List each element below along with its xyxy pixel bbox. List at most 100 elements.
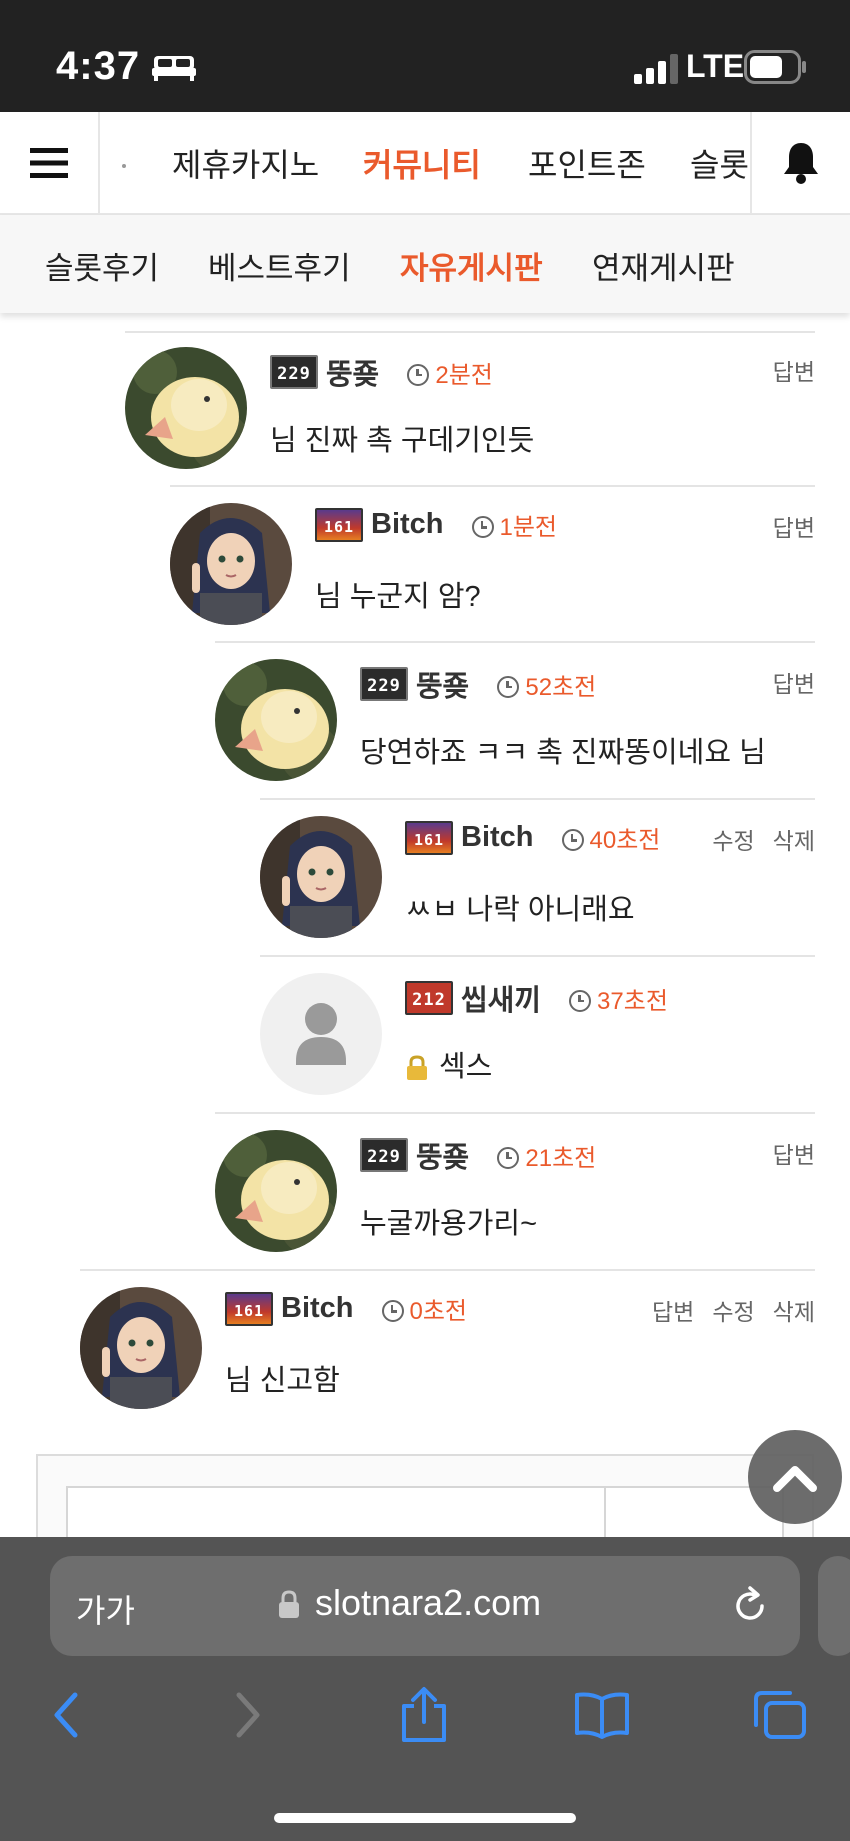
sub-nav: 슬롯후기 베스트후기 자유게시판 연재게시판 [0,215,850,313]
tab-slot[interactable]: 슬롯 [690,140,749,186]
subtab-free-board[interactable]: 자유게시판 [400,243,543,288]
level-badge: 229 [270,355,318,389]
edit-button[interactable]: 수정 [712,1299,754,1325]
address-bar[interactable]: 가가 slotnara2.com [50,1556,800,1656]
comment-author[interactable]: Bitch [281,1292,354,1325]
tab-point-zone[interactable]: 포인트존 [528,140,646,186]
scroll-top-button[interactable] [748,1430,842,1524]
bookmarks-button[interactable] [572,1685,632,1745]
comment-text: ㅆㅂ 나락 아니래요 [405,894,635,926]
clock-icon [471,516,494,539]
delete-button[interactable]: 삭제 [773,1299,815,1325]
reader-settings-button[interactable]: 가가 [76,1586,135,1632]
avatar-duckling[interactable] [215,1130,337,1252]
comment-text: 님 진짜 촉 구데기인듯 [270,425,535,457]
clock-icon [381,1300,404,1323]
comment-divider [215,1112,815,1114]
subtab-slot-reviews[interactable]: 슬롯후기 [45,243,159,288]
tab-partner-casino[interactable]: 제휴카지노 [172,140,319,186]
subtab-serial-board[interactable]: 연재게시판 [592,243,735,288]
comment-author[interactable]: 뚱죶 [416,663,469,705]
comment-header: 229 뚱죶 52초전 [360,663,596,703]
comment-actions: 답변 수정 삭제 [634,1293,815,1327]
avatar-anime-girl[interactable] [260,816,382,938]
tab-community[interactable]: 커뮤니티 [363,140,481,186]
comment-item: 229 뚱죶 52초전 답변 당연하죠 ㅋㅋ 촉 진짜똥이네요 님 [215,659,815,791]
user-icon [296,1003,346,1065]
comment-header: 212 씹새끼 37초전 [405,977,668,1017]
browser-toolbar: 가가 slotnara2.com [0,1537,850,1841]
delete-button[interactable]: 삭제 [773,828,815,854]
avatar-duckling[interactable] [125,347,247,469]
comment-item: 161 Bitch 1분전 답변 님 누군지 암? [170,503,815,635]
comment-header: 229 뚱죶 2분전 [270,351,493,391]
tabs-button[interactable] [750,1685,810,1745]
reload-icon[interactable] [728,1584,772,1628]
comment-divider [215,641,815,643]
comment-text: 님 신고함 [225,1365,340,1397]
avatar-duckling[interactable] [215,659,337,781]
comment-author[interactable]: 뚱죶 [326,351,379,393]
comment-author[interactable]: 뚱죶 [416,1134,469,1176]
reply-button[interactable]: 답변 [773,671,815,697]
nav-overflow-dot [122,164,126,168]
level-badge: 229 [360,667,408,701]
notifications-button[interactable] [750,112,850,213]
comment-author[interactable]: 씹새끼 [461,977,541,1019]
hamburger-menu-button[interactable] [0,112,100,213]
comment-list: 229 뚱죶 2분전 답변 님 진짜 촉 구데기인듯 161 Bitch 1분전 답변 … [0,313,850,1537]
content-top-edge [0,313,850,323]
comment-author[interactable]: Bitch [461,821,534,854]
comment-text: 님 누군지 암? [315,581,481,613]
comment-divider [260,955,815,957]
comment-actions: 답변 [755,353,815,387]
comment-divider [80,1269,815,1271]
comment-divider [260,798,815,800]
subtab-best-reviews[interactable]: 베스트후기 [208,243,351,288]
level-badge: 212 [405,981,453,1015]
share-button[interactable] [394,1685,454,1745]
avatar-default[interactable] [260,973,382,1095]
clock-icon [497,1146,520,1169]
comment-header: 161 Bitch 0초전 [225,1291,467,1331]
reply-button[interactable]: 답변 [773,515,815,541]
comment-time: 52초전 [525,673,597,701]
comment-header: 161 Bitch 1분전 [315,507,557,547]
edit-button[interactable]: 수정 [712,828,754,854]
reply-button[interactable]: 답변 [652,1299,694,1325]
share-icon [402,1687,446,1742]
reply-button[interactable]: 답변 [773,1142,815,1168]
signal-icon [634,54,678,84]
comment-divider [125,331,815,333]
comment-item: 161 Bitch 40초전 수정 삭제 ㅆㅂ 나락 아니래요 [260,816,815,948]
comment-time: 1분전 [499,514,558,541]
main-nav-tabs[interactable]: 제휴카지노 커뮤니티 포인트존 슬롯 [100,112,750,213]
comment-author[interactable]: Bitch [371,508,444,541]
status-bar: 4:37 LTE [0,0,850,112]
comment-item: 229 뚱죶 21초전 답변 누굴까용가리~ [215,1130,815,1262]
avatar-anime-girl[interactable] [80,1287,202,1409]
level-badge: 161 [405,820,453,855]
comment-text: 섹스 [439,1051,493,1083]
battery-icon [744,50,806,84]
comment-item: 229 뚱죶 2분전 답변 님 진짜 촉 구데기인듯 [125,347,815,479]
forward-button[interactable] [218,1685,278,1745]
next-tab-preview[interactable] [818,1556,850,1656]
level-badge: 161 [315,507,363,542]
comment-header: 229 뚱죶 21초전 [360,1134,596,1174]
reply-button[interactable]: 답변 [773,359,815,385]
avatar-anime-girl[interactable] [170,503,292,625]
home-indicator [274,1813,576,1823]
comment-header: 161 Bitch 40초전 [405,820,660,860]
comment-text: 누굴까용가리~ [360,1208,538,1240]
lock-icon [407,1055,427,1081]
back-button[interactable] [36,1685,96,1745]
main-nav: 제휴카지노 커뮤니티 포인트존 슬롯 [0,112,850,215]
comment-actions: 답변 [755,665,815,699]
comment-actions: 답변 [755,509,815,543]
lock-icon [279,1590,299,1618]
network-label: LTE [686,48,745,84]
clock-icon [561,829,584,852]
status-time: 4:37 [56,44,141,88]
book-icon [575,1692,629,1739]
